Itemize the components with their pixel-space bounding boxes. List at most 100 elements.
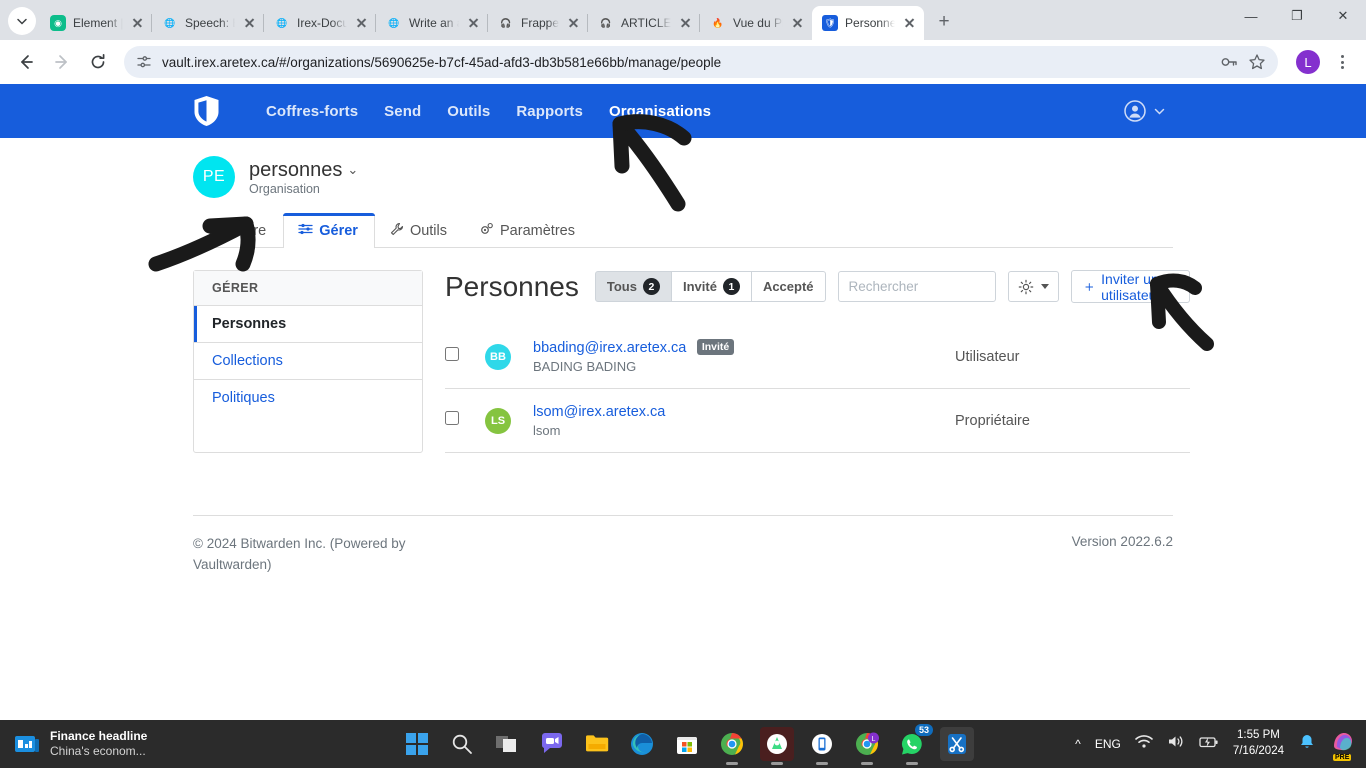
org-subtitle: Organisation [249,181,320,196]
bookmark-star-icon[interactable] [1248,53,1266,71]
close-tab-icon[interactable] [466,15,482,31]
start-icon[interactable] [400,727,434,761]
tab-search-button[interactable] [8,7,36,35]
taskbar-icons: L 53 [400,724,974,761]
account-menu[interactable] [1123,99,1166,123]
table-options-button[interactable] [1007,271,1059,302]
user-email-link[interactable]: bbading@irex.aretex.ca [533,340,686,356]
whatsapp-icon[interactable]: 53 [895,724,933,761]
table-row[interactable]: BB bbading@irex.aretex.ca Invité BADING … [445,325,1190,389]
reload-button[interactable] [82,46,114,78]
browser-tab[interactable]: 🔥 Vue du Planr [700,6,812,40]
browser-tab[interactable]: 🎧 Frappe [488,6,589,40]
tab-title: Frappe [521,16,560,30]
address-bar[interactable]: vault.irex.aretex.ca/#/organizations/569… [124,46,1278,78]
tab-parametres[interactable]: Paramètres [464,213,592,248]
close-window-button[interactable]: ✕ [1320,0,1366,32]
tray-chevron-up-icon[interactable]: ^ [1075,737,1081,751]
microsoft-store-icon[interactable] [670,727,704,761]
tab-strip: ◉ Element | bra 🌐 Speech: En ta 🌐 Irex-D… [0,0,1366,40]
filter-invite[interactable]: Invité 1 [670,271,752,302]
copilot-pre-tag: PRE [1333,753,1352,761]
filter-count-badge: 2 [642,278,660,295]
forward-button[interactable] [46,46,78,78]
sidebar-heading: GÉRER [194,271,422,306]
back-button[interactable] [10,46,42,78]
browser-tab[interactable]: 🌐 Speech: En ta [152,6,264,40]
org-switcher-chevron-down-icon[interactable]: ⌄ [347,162,358,178]
browser-tab[interactable]: 🌐 Irex-Docume [264,6,376,40]
nav-item-rapports[interactable]: Rapports [516,103,583,120]
main-panel: Personnes Tous 2 Invité 1 Accepté Recher… [445,270,1366,453]
filter-accepte[interactable]: Accepté [750,271,826,302]
sidebar-item-collections[interactable]: Collections [194,343,422,380]
sidebar-item-politiques[interactable]: Politiques [194,380,422,416]
search-icon[interactable] [445,727,479,761]
invite-user-button[interactable]: Inviter un utilisateur [1070,270,1190,303]
task-view-icon[interactable] [490,727,524,761]
wrench-icon [390,222,404,240]
minimize-button[interactable]: — [1228,0,1274,32]
volume-icon[interactable] [1167,734,1185,754]
notification-bell-icon[interactable] [1298,733,1316,756]
filter-tous[interactable]: Tous 2 [594,271,672,302]
window-controls: — ❐ ✕ [1228,0,1366,40]
maximize-button[interactable]: ❐ [1274,0,1320,32]
tab-title: Write an arti [409,16,459,30]
plus-icon [1084,282,1093,291]
chrome-profile-avatar[interactable]: L [1296,50,1320,74]
tab-title: Irex-Docume [297,16,347,30]
page-content: Coffres-forts Send Outils Rapports Organ… [0,84,1366,720]
site-settings-icon[interactable] [136,54,152,70]
tab-coffre[interactable]: Coffre [193,213,283,248]
chrome-menu-button[interactable] [1328,48,1356,76]
new-tab-button[interactable]: + [930,8,958,36]
taskbar-news-widget[interactable]: Finance headline China's econom... [0,729,400,759]
user-name: BADING BADING [533,359,637,374]
close-tab-icon[interactable] [566,15,582,31]
chrome-icon[interactable] [715,727,749,761]
url-text: vault.irex.aretex.ca/#/organizations/569… [162,54,722,70]
tab-gerer[interactable]: Gérer [283,213,375,248]
file-explorer-icon[interactable] [580,727,614,761]
row-checkbox[interactable] [445,347,459,361]
chat-icon[interactable] [535,727,569,761]
filter-label: Accepté [762,279,814,294]
wifi-icon[interactable] [1135,734,1153,754]
tab-title: Element | bra [73,16,123,30]
browser-tab[interactable]: 🌐 Write an arti [376,6,488,40]
nav-item-send[interactable]: Send [384,103,421,120]
copyright-text: © 2024 Bitwarden Inc. (Powered by Vaultw… [193,536,406,572]
search-input[interactable] [837,271,996,302]
battery-icon[interactable] [1199,735,1219,754]
nav-item-outils[interactable]: Outils [447,103,490,120]
tab-title: ARTICLE: cré [621,16,672,30]
close-tab-icon[interactable] [354,15,370,31]
browser-tab[interactable]: ◉ Element | bra [40,6,152,40]
password-key-icon[interactable] [1220,53,1238,71]
edge-icon[interactable] [625,727,659,761]
table-row[interactable]: LS lsom@irex.aretex.ca lsom Propriétaire [445,388,1190,453]
phone-link-icon[interactable] [805,727,839,761]
news-icon [15,736,39,752]
close-tab-icon[interactable] [130,15,146,31]
close-tab-icon[interactable] [902,15,918,31]
nav-item-coffres-forts[interactable]: Coffres-forts [266,103,358,120]
tab-outils[interactable]: Outils [375,213,464,248]
element-icon: ◉ [50,15,66,31]
snipping-tool-icon[interactable] [940,727,974,761]
chrome-profile-icon[interactable]: L [850,727,884,761]
sidebar-item-personnes[interactable]: Personnes [194,306,422,343]
clock[interactable]: 1:55 PM 7/16/2024 [1233,728,1284,759]
language-indicator[interactable]: ENG [1095,737,1121,751]
browser-tab-active[interactable]: 🛡 Personnes | O [812,6,925,40]
close-tab-icon[interactable] [242,15,258,31]
close-tab-icon[interactable] [678,15,694,31]
browser-tab[interactable]: 🎧 ARTICLE: cré [588,6,701,40]
close-tab-icon[interactable] [790,15,806,31]
row-checkbox[interactable] [445,411,459,425]
user-email-link[interactable]: lsom@irex.aretex.ca [533,404,665,420]
android-studio-icon[interactable] [760,727,794,761]
copilot-icon[interactable]: PRE [1330,730,1356,761]
nav-item-organisations[interactable]: Organisations [609,103,711,120]
